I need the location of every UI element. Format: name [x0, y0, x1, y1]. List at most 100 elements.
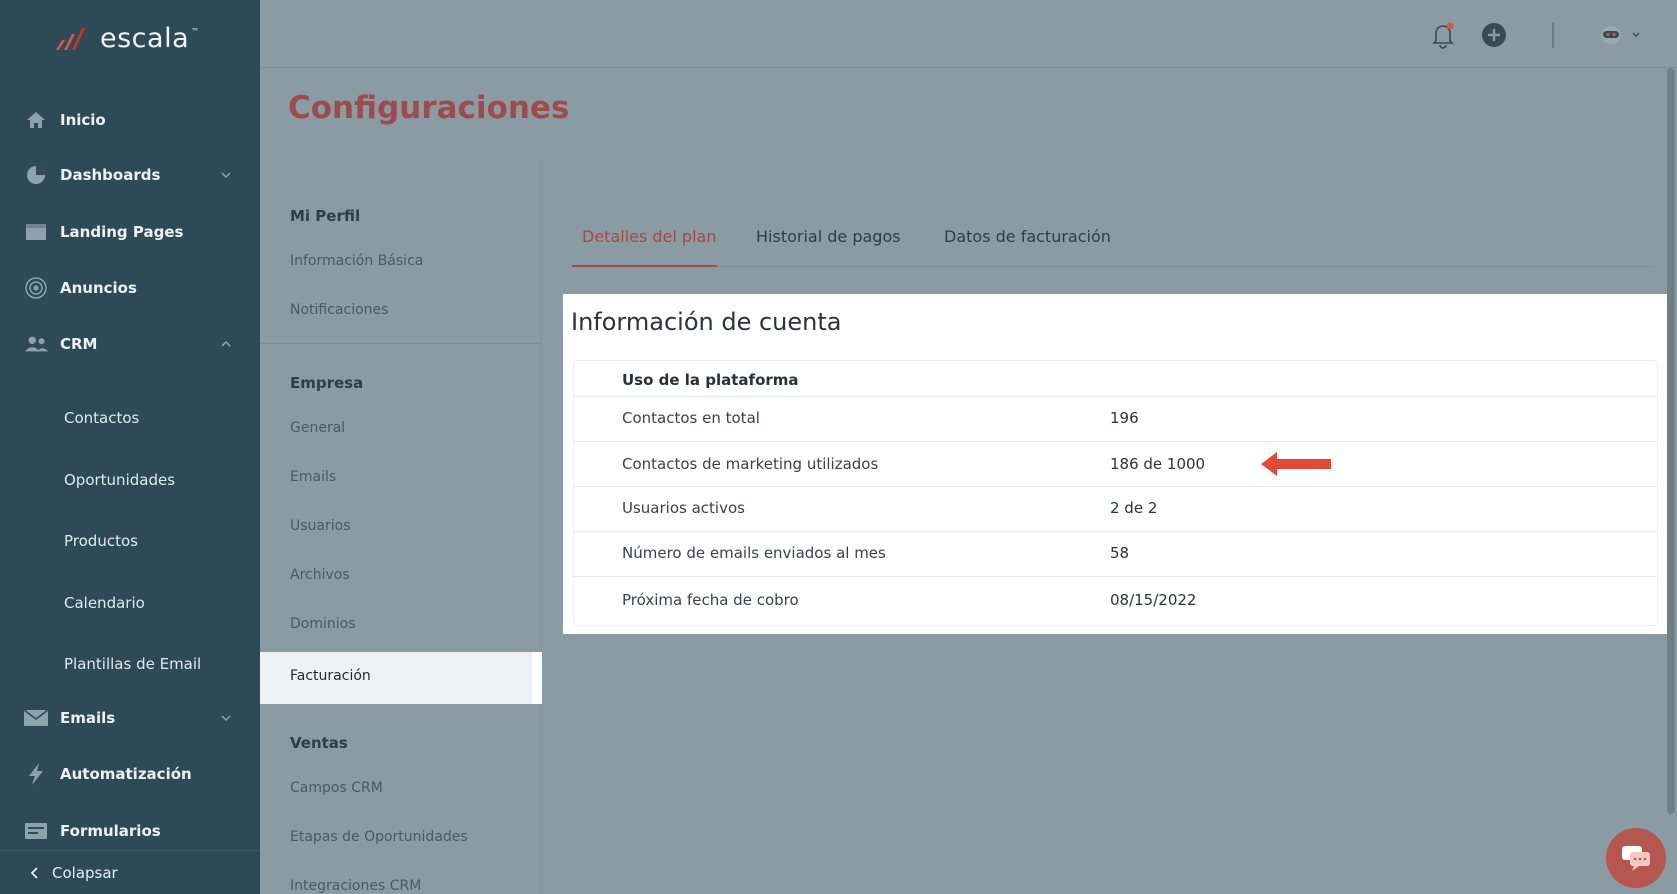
sidebar-subitem-contactos[interactable]: Contactos — [0, 400, 260, 436]
lightning-icon — [23, 762, 49, 786]
brand-logo[interactable]: escala ™ — [52, 18, 199, 58]
sidebar-item-anuncios[interactable]: Anuncios — [0, 268, 260, 308]
active-tab-underline — [572, 265, 717, 267]
sidebar-item-label: Anuncios — [60, 279, 137, 297]
settings-item-dominios[interactable]: Dominios — [290, 616, 356, 632]
table-header: Uso de la plataforma — [622, 371, 799, 389]
row-key: Próxima fecha de cobro — [622, 591, 799, 609]
card-title: Información de cuenta — [571, 308, 842, 336]
row-value: 08/15/2022 — [1110, 591, 1197, 609]
settings-item-etapas-de-oportunidades[interactable]: Etapas de Oportunidades — [290, 829, 468, 845]
chevron-up-icon — [221, 340, 231, 347]
sidebar-item-landing-pages[interactable]: Landing Pages — [0, 212, 260, 252]
account-info-card: Información de cuenta Uso de la platafor… — [563, 294, 1667, 634]
settings-section-ventas: Ventas — [290, 734, 348, 752]
sidebar-item-dashboards[interactable]: Dashboards — [0, 155, 260, 195]
active-indicator — [532, 652, 542, 704]
row-key: Contactos de marketing utilizados — [622, 455, 879, 473]
settings-item-usuarios[interactable]: Usuarios — [290, 518, 351, 534]
settings-item-emails[interactable]: Emails — [290, 469, 336, 485]
settings-section-empresa: Empresa — [290, 374, 364, 392]
settings-item-archivos[interactable]: Archivos — [290, 567, 350, 583]
row-value: 58 — [1110, 544, 1130, 562]
browser-window-icon — [23, 220, 49, 244]
escala-logo-icon — [56, 28, 85, 50]
page-scrollbar[interactable] — [1667, 68, 1675, 814]
sidebar-subitem-calendario[interactable]: Calendario — [0, 585, 260, 621]
brand-name: escala — [100, 22, 190, 54]
sidebar-item-label: Landing Pages — [60, 223, 184, 241]
sidebar-item-label: Emails — [60, 709, 116, 727]
table-row: Usuarios activos 2 de 2 — [574, 487, 1657, 532]
sidebar: escala ™ Inicio Dashboards Landing Pages… — [0, 0, 260, 894]
chevron-down-icon — [221, 172, 231, 179]
row-key: Contactos en total — [622, 409, 760, 427]
chat-icon — [1622, 846, 1650, 871]
tab-datos-de-facturacion[interactable]: Datos de facturación — [944, 227, 1111, 246]
chevron-down-icon — [221, 715, 231, 722]
usage-table: Uso de la plataforma Contactos en total … — [573, 360, 1658, 626]
table-row: Número de emails enviados al mes 58 — [574, 532, 1657, 577]
settings-item-informacion-basica[interactable]: Información Básica — [290, 253, 423, 269]
sidebar-item-label: Dashboards — [60, 166, 161, 184]
sidebar-subitem-plantillas-de-email[interactable]: Plantillas de Email — [0, 646, 260, 682]
settings-item-notificaciones[interactable]: Notificaciones — [290, 302, 388, 318]
sidebar-subitem-label: Calendario — [64, 594, 145, 612]
plus-circle-icon — [1482, 23, 1506, 47]
sidebar-subitem-label: Plantillas de Email — [64, 655, 202, 673]
row-value: 186 de 1000 — [1110, 455, 1206, 473]
tab-historial-de-pagos[interactable]: Historial de pagos — [756, 227, 901, 246]
table-header-row: Uso de la plataforma — [574, 361, 1657, 397]
table-row: Contactos de marketing utilizados 186 de… — [574, 442, 1657, 487]
table-row: Contactos en total 196 — [574, 397, 1657, 442]
notifications-button[interactable] — [1428, 20, 1458, 50]
target-icon — [23, 276, 49, 300]
avatar-icon — [1601, 26, 1621, 44]
sidebar-subitem-label: Productos — [64, 532, 138, 550]
chevron-left-icon — [30, 866, 38, 879]
table-row: Próxima fecha de cobro 08/15/2022 — [574, 577, 1657, 625]
envelope-icon — [23, 706, 49, 730]
settings-item-general[interactable]: General — [290, 420, 345, 436]
settings-item-campos-crm[interactable]: Campos CRM — [290, 780, 383, 796]
row-value: 196 — [1110, 409, 1139, 427]
collapse-sidebar-button[interactable]: Colapsar — [0, 850, 260, 894]
add-button[interactable] — [1479, 20, 1509, 50]
pie-chart-icon — [23, 163, 49, 187]
sidebar-item-label: Formularios — [60, 822, 161, 840]
row-key: Número de emails enviados al mes — [622, 544, 886, 562]
bell-icon — [1432, 22, 1454, 49]
sidebar-item-label: CRM — [60, 335, 98, 353]
brand-tm: ™ — [191, 26, 200, 36]
users-icon — [23, 332, 49, 356]
sidebar-subitem-oportunidades[interactable]: Oportunidades — [0, 462, 260, 498]
settings-section-mi-perfil: Mi Perfil — [290, 207, 361, 225]
settings-nav: Mi Perfil Información Básica Notificacio… — [260, 158, 542, 894]
sidebar-item-label: Inicio — [60, 111, 106, 129]
chat-button[interactable] — [1606, 828, 1666, 888]
settings-item-facturacion[interactable]: Facturación — [260, 652, 542, 704]
sidebar-subitem-productos[interactable]: Productos — [0, 523, 260, 559]
sidebar-item-label: Automatización — [60, 765, 192, 783]
sidebar-item-formularios[interactable]: Formularios — [0, 811, 260, 851]
tab-detalles-del-plan[interactable]: Detalles del plan — [582, 227, 716, 246]
form-icon — [23, 819, 49, 843]
sidebar-item-crm[interactable]: CRM — [0, 324, 260, 364]
settings-item-label: Facturación — [290, 668, 371, 684]
collapse-label: Colapsar — [52, 863, 118, 882]
sidebar-item-automatizacion[interactable]: Automatización — [0, 754, 260, 794]
home-icon — [23, 108, 49, 132]
plan-tabs: Detalles del plan Historial de pagos Dat… — [572, 215, 1652, 267]
row-value: 2 de 2 — [1110, 499, 1158, 517]
topbar-divider — [1552, 22, 1554, 48]
settings-divider — [260, 343, 542, 344]
row-key: Usuarios activos — [622, 499, 745, 517]
annotation-arrow-icon — [1261, 452, 1331, 476]
sidebar-item-inicio[interactable]: Inicio — [0, 100, 260, 140]
sidebar-item-emails[interactable]: Emails — [0, 698, 260, 738]
chevron-down-icon — [1632, 32, 1640, 37]
settings-item-integraciones-crm[interactable]: Integraciones CRM — [290, 878, 421, 894]
user-menu-button[interactable] — [1595, 20, 1643, 50]
sidebar-subitem-label: Oportunidades — [64, 471, 176, 489]
topbar — [260, 0, 1677, 68]
